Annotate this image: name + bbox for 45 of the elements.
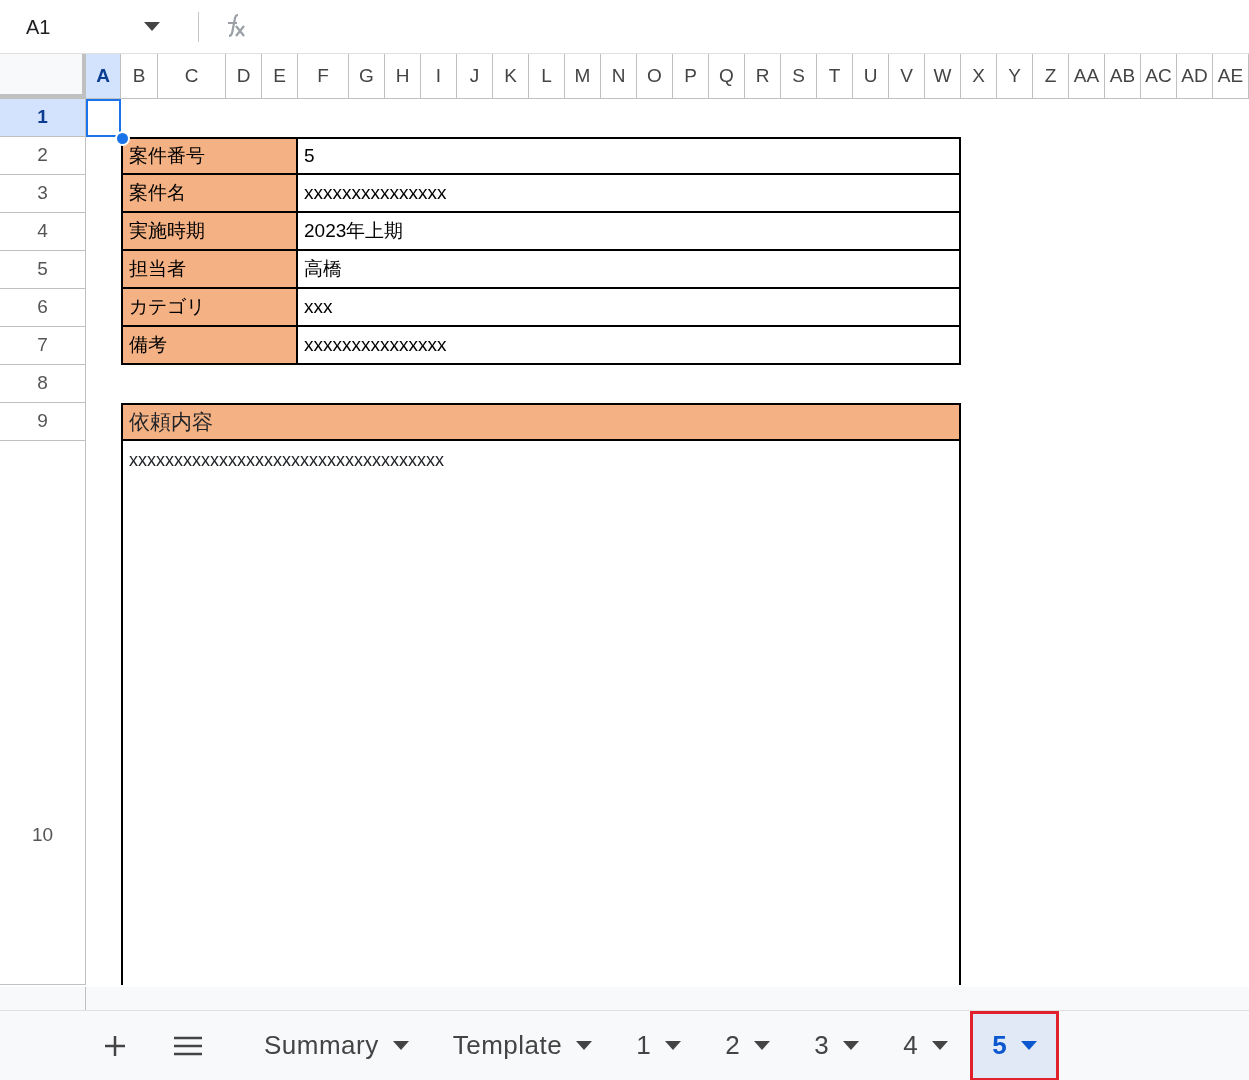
row-header[interactable]: 3 — [0, 175, 86, 213]
row-header[interactable]: 7 — [0, 327, 86, 365]
fill-handle[interactable] — [115, 131, 130, 146]
row-header[interactable]: 5 — [0, 251, 86, 289]
sheet-tab[interactable]: 3 — [792, 1010, 882, 1080]
sheet-tab[interactable]: 4 — [881, 1010, 971, 1080]
field-value: xxx — [298, 289, 961, 327]
row-header[interactable]: 6 — [0, 289, 86, 327]
column-header[interactable]: A — [86, 54, 121, 98]
field-label: 案件番号 — [121, 137, 298, 175]
sheet-tab[interactable]: 1 — [614, 1010, 704, 1080]
field-label: 備考 — [121, 327, 298, 365]
row-header[interactable]: 2 — [0, 137, 86, 175]
caret-icon — [392, 1041, 409, 1050]
sheet-tab[interactable]: 2 — [703, 1010, 793, 1080]
field-value: xxxxxxxxxxxxxxx — [298, 175, 961, 213]
field-label: 実施時期 — [121, 213, 298, 251]
request-text: xxxxxxxxxxxxxxxxxxxxxxxxxxxxxxxxxxx — [129, 450, 444, 470]
sheet-tab[interactable]: Summary — [242, 1010, 431, 1080]
row-header[interactable]: 10 — [0, 441, 86, 985]
row-header[interactable]: 8 — [0, 365, 86, 403]
caret-icon — [576, 1041, 593, 1050]
row-header[interactable]: 1 — [0, 99, 86, 137]
field-value: 5 — [298, 137, 961, 175]
caret-icon — [932, 1041, 949, 1050]
field-label: 案件名 — [121, 175, 298, 213]
caret-icon — [843, 1041, 860, 1050]
field-label: 担当者 — [121, 251, 298, 289]
section-heading: 依頼内容 — [121, 403, 961, 441]
field-value: xxxxxxxxxxxxxxx — [298, 327, 961, 365]
menu-icon — [174, 1035, 202, 1056]
caret-icon — [1021, 1041, 1038, 1050]
field-value: 高橋 — [298, 251, 961, 289]
field-value: 2023年上期 — [298, 213, 961, 251]
row-header[interactable]: 9 — [0, 403, 86, 441]
caret-icon — [665, 1041, 682, 1050]
plus-icon — [104, 1034, 126, 1057]
caret-icon — [144, 22, 160, 31]
sheet-tab[interactable]: Template — [430, 1010, 615, 1080]
row-header[interactable]: 4 — [0, 213, 86, 251]
caret-icon — [754, 1041, 771, 1050]
field-label: カテゴリ — [121, 289, 298, 327]
cell-reference: A1 — [26, 14, 51, 40]
name-box[interactable]: A1 — [0, 11, 180, 42]
sheet-tab[interactable]: 5 — [970, 1010, 1060, 1080]
